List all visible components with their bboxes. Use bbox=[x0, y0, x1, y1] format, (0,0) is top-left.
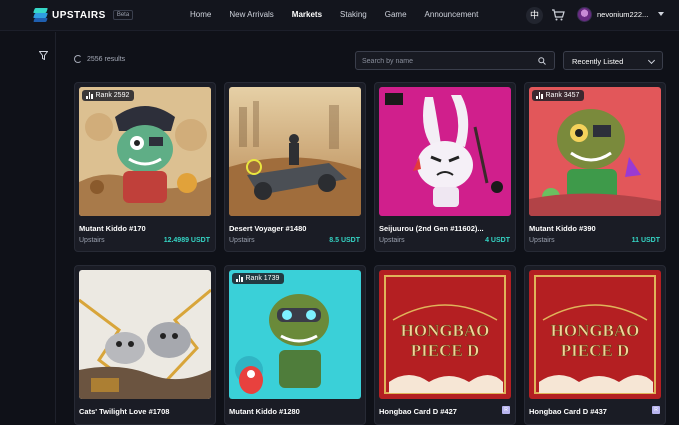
nav-staking[interactable]: Staking bbox=[340, 10, 367, 19]
sort-dropdown[interactable]: Recently Listed bbox=[563, 51, 663, 70]
results-count: 2556 results bbox=[74, 55, 125, 63]
rarity-badge: R bbox=[652, 406, 660, 414]
nft-name[interactable]: Mutant Kiddo #170 bbox=[79, 224, 146, 233]
search-icon[interactable] bbox=[538, 57, 546, 65]
hongbao-title: HONGBAO bbox=[401, 321, 490, 340]
rank-badge: Rank 3457 bbox=[532, 90, 585, 101]
beta-badge: Beta bbox=[112, 10, 134, 20]
nft-card[interactable]: HONGBAO PIECE D Hongbao Card D #427 R bbox=[374, 265, 516, 425]
bunny-art bbox=[379, 87, 511, 216]
refresh-icon[interactable] bbox=[74, 55, 82, 63]
rarity-badge: R bbox=[502, 406, 510, 414]
nav-announcement[interactable]: Announcement bbox=[425, 10, 479, 19]
logo-text: UPSTAIRS bbox=[52, 9, 106, 21]
top-navigation-bar: UPSTAIRS Beta Home New Arrivals Markets … bbox=[0, 0, 679, 31]
nft-image[interactable] bbox=[379, 87, 511, 216]
filter-icon[interactable] bbox=[39, 51, 48, 60]
main-nav: Home New Arrivals Markets Staking Game A… bbox=[190, 10, 496, 19]
chevron-down-icon[interactable] bbox=[658, 12, 664, 16]
hongbao-art: HONGBAO PIECE D bbox=[379, 270, 511, 399]
username[interactable]: nevonium222... bbox=[597, 10, 648, 19]
nft-name[interactable]: Mutant Kiddo #1280 bbox=[229, 407, 300, 416]
nft-name[interactable]: Mutant Kiddo #390 bbox=[529, 224, 596, 233]
rank-text: Rank 3457 bbox=[545, 92, 580, 99]
sidebar bbox=[0, 32, 56, 423]
nft-price: 8.5 USDT bbox=[329, 237, 360, 244]
results-text: 2556 results bbox=[87, 55, 126, 63]
nft-name[interactable]: Hongbao Card D #427 bbox=[379, 407, 457, 416]
nft-name[interactable]: Cats' Twilight Love #1708 bbox=[79, 407, 169, 416]
nft-seller: Upstairs bbox=[79, 237, 105, 244]
nft-seller: Upstairs bbox=[229, 237, 255, 244]
nft-price: 11 USDT bbox=[631, 237, 660, 244]
nft-price: 4 USDT bbox=[485, 237, 510, 244]
nft-name[interactable]: Seijuurou (2nd Gen #11602)... bbox=[379, 224, 484, 233]
nft-image[interactable] bbox=[529, 87, 661, 216]
nft-card[interactable]: Rank 1739 Mutant Kiddo #1280 bbox=[224, 265, 366, 425]
mutant-teal-art bbox=[229, 270, 361, 399]
nft-image[interactable]: HONGBAO PIECE D bbox=[529, 270, 661, 399]
nft-image[interactable] bbox=[79, 87, 211, 216]
nav-markets[interactable]: Markets bbox=[292, 10, 322, 19]
nft-name[interactable]: Desert Voyager #1480 bbox=[229, 224, 306, 233]
nft-name[interactable]: Hongbao Card D #437 bbox=[529, 407, 607, 416]
mutant-pirate-art bbox=[79, 87, 211, 216]
desert-voyager-art bbox=[229, 87, 361, 216]
nft-card[interactable]: Cats' Twilight Love #1708 bbox=[74, 265, 216, 425]
language-icon[interactable]: 中 bbox=[526, 7, 543, 24]
nft-seller: Upstairs bbox=[529, 237, 555, 244]
hongbao-title: HONGBAO bbox=[551, 321, 640, 340]
nav-home[interactable]: Home bbox=[190, 10, 211, 19]
bar-chart-icon bbox=[236, 275, 243, 282]
chevron-down-icon bbox=[647, 56, 656, 65]
nav-game[interactable]: Game bbox=[385, 10, 407, 19]
nft-price: 12.4989 USDT bbox=[163, 237, 210, 244]
rank-badge: Rank 1739 bbox=[232, 273, 285, 284]
rank-text: Rank 1739 bbox=[245, 275, 280, 282]
bar-chart-icon bbox=[86, 92, 93, 99]
bar-chart-icon bbox=[536, 92, 543, 99]
hongbao-subtitle: PIECE D bbox=[561, 341, 629, 360]
nft-card[interactable]: Rank 2592 Mutant Kiddo #170 Upstairs 12.… bbox=[74, 82, 216, 252]
hongbao-art: HONGBAO PIECE D bbox=[529, 270, 661, 399]
hongbao-subtitle: PIECE D bbox=[411, 341, 479, 360]
upstairs-logo[interactable]: UPSTAIRS Beta bbox=[33, 8, 134, 22]
rank-badge: Rank 2592 bbox=[82, 90, 135, 101]
cats-art bbox=[79, 270, 211, 399]
nft-image[interactable] bbox=[229, 270, 361, 399]
nft-image[interactable]: HONGBAO PIECE D bbox=[379, 270, 511, 399]
nft-card[interactable]: Rank 3457 Mutant Kiddo #390 Upstairs 11 … bbox=[524, 82, 666, 252]
nft-image[interactable] bbox=[229, 87, 361, 216]
nav-new-arrivals[interactable]: New Arrivals bbox=[229, 10, 273, 19]
nft-card[interactable]: Seijuurou (2nd Gen #11602)... Upstairs 4… bbox=[374, 82, 516, 252]
cart-icon[interactable] bbox=[551, 9, 565, 21]
nft-image[interactable] bbox=[79, 270, 211, 399]
avatar[interactable] bbox=[577, 7, 592, 22]
nft-seller: Upstairs bbox=[379, 237, 405, 244]
search-input[interactable] bbox=[362, 56, 532, 66]
nft-card[interactable]: HONGBAO PIECE D Hongbao Card D #437 R bbox=[524, 265, 666, 425]
sort-selected: Recently Listed bbox=[572, 57, 624, 66]
rank-text: Rank 2592 bbox=[95, 92, 130, 99]
mutant-green-art bbox=[529, 87, 661, 216]
logo-icon bbox=[33, 8, 48, 22]
search-box[interactable] bbox=[355, 51, 555, 70]
nft-card[interactable]: Desert Voyager #1480 Upstairs 8.5 USDT bbox=[224, 82, 366, 252]
